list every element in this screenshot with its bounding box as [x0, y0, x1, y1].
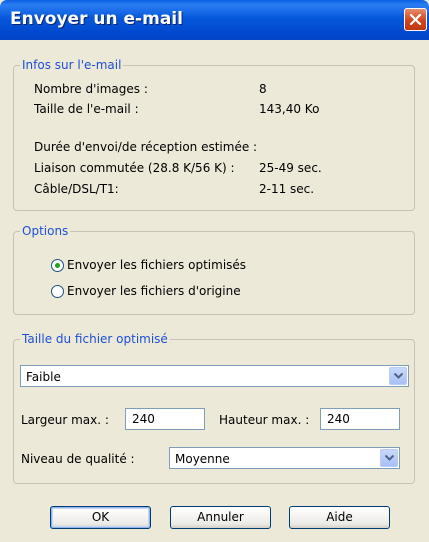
title-bar[interactable]: Envoyer un e-mail	[0, 0, 429, 40]
image-count-label: Nombre d'images :	[34, 82, 148, 96]
cancel-button[interactable]: Annuler	[170, 506, 271, 529]
options-group: Options Envoyer les fichiers optimisés E…	[13, 223, 415, 315]
radio-send-original[interactable]	[51, 285, 64, 298]
size-preset-value: Faible	[26, 370, 61, 384]
quality-level-label: Niveau de qualité :	[21, 452, 135, 466]
optimized-size-legend: Taille du fichier optimisé	[20, 331, 170, 347]
estimate-heading: Durée d'envoi/de réception estimée :	[34, 140, 258, 154]
chevron-down-icon	[385, 455, 394, 461]
cable-value: 2-11 sec.	[259, 182, 315, 196]
max-height-input[interactable]: 240	[320, 408, 400, 430]
options-legend: Options	[20, 223, 71, 239]
quality-level-value: Moyenne	[175, 452, 230, 466]
close-icon	[409, 13, 422, 26]
radio-send-original-label[interactable]: Envoyer les fichiers d'origine	[67, 283, 241, 299]
ok-button[interactable]: OK	[50, 506, 151, 529]
optimized-size-group: Taille du fichier optimisé Faible Largeu…	[13, 331, 415, 484]
max-width-label: Largeur max. :	[21, 413, 109, 427]
max-width-input[interactable]: 240	[125, 408, 205, 430]
help-button[interactable]: Aide	[289, 506, 390, 529]
window-title: Envoyer un e-mail	[10, 9, 183, 29]
send-email-dialog: Envoyer un e-mail Infos sur l'e-mail Nom…	[0, 0, 429, 542]
cable-label: Câble/DSL/T1:	[34, 182, 119, 196]
dialup-value: 25-49 sec.	[259, 161, 322, 175]
radio-selected-dot	[55, 263, 60, 268]
radio-send-optimized-label[interactable]: Envoyer les fichiers optimisés	[67, 257, 246, 273]
image-count-value: 8	[259, 82, 267, 96]
size-preset-dropdown-button[interactable]	[389, 367, 407, 385]
email-size-value: 143,40 Ko	[259, 102, 320, 116]
email-size-label: Taille de l'e-mail :	[34, 102, 139, 116]
radio-send-optimized[interactable]	[51, 259, 64, 272]
email-info-legend: Infos sur l'e-mail	[20, 57, 124, 73]
chevron-down-icon	[394, 373, 403, 379]
max-height-label: Hauteur max. :	[219, 413, 310, 427]
quality-level-select[interactable]: Moyenne	[169, 447, 400, 469]
size-preset-select[interactable]: Faible	[20, 365, 409, 387]
email-info-group: Infos sur l'e-mail Nombre d'images : 8 T…	[13, 57, 415, 211]
dialup-label: Liaison commutée (28.8 K/56 K) :	[34, 161, 235, 175]
quality-dropdown-button[interactable]	[380, 449, 398, 467]
close-button[interactable]	[404, 8, 427, 31]
